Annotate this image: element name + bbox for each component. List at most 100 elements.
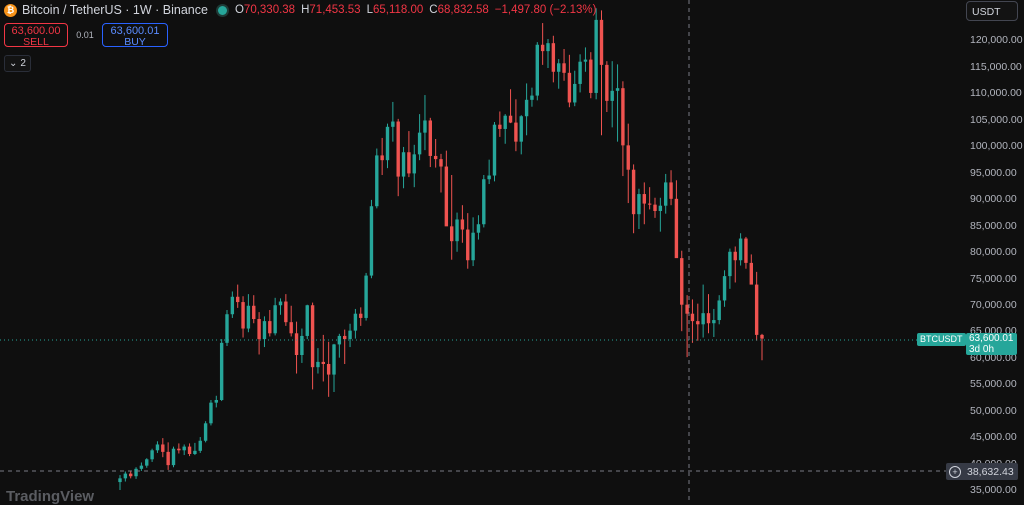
candle-body <box>209 402 213 424</box>
candle <box>193 442 197 456</box>
candle-body <box>219 342 224 400</box>
candle-body <box>578 61 582 84</box>
candle-body <box>482 179 486 225</box>
symbol-title[interactable]: Bitcoin / TetherUS · 1W · Binance <box>22 3 208 17</box>
candle-body <box>364 275 368 318</box>
candle <box>498 111 502 137</box>
candle <box>326 341 331 397</box>
candle <box>166 442 170 470</box>
price-axis-label: 115,000.00 <box>970 61 1022 73</box>
candle-body <box>508 115 513 123</box>
candle-body <box>332 344 336 375</box>
symbol-price-tag: BTCUSDT <box>917 333 966 346</box>
candle-body <box>658 205 663 211</box>
candle <box>749 254 753 285</box>
symbol-legend: ₿ Bitcoin / TetherUS · 1W · Binance O70,… <box>4 3 596 17</box>
candle <box>503 114 507 144</box>
candle-body <box>460 219 465 230</box>
candle <box>567 54 572 108</box>
candle <box>653 197 657 218</box>
candle <box>150 448 154 462</box>
candle <box>187 443 192 457</box>
candle <box>546 38 550 69</box>
candle <box>439 153 443 193</box>
candle-body <box>348 330 352 340</box>
candle-body <box>530 95 534 100</box>
crosshair-price-tag[interactable]: + 38,632.43 <box>946 463 1018 480</box>
price-axis-label: 90,000.00 <box>970 193 1017 205</box>
candle <box>674 180 679 259</box>
candle-body <box>166 451 170 466</box>
candle <box>321 334 325 382</box>
candle <box>225 310 229 346</box>
price-axis-label: 80,000.00 <box>970 246 1017 258</box>
candle <box>412 144 416 188</box>
candle-body <box>428 120 432 156</box>
candle <box>294 321 299 374</box>
price-chart[interactable] <box>0 0 1024 500</box>
candle-body <box>498 124 502 129</box>
candle-body <box>246 305 251 329</box>
candle-body <box>369 206 374 276</box>
candle-body <box>380 155 384 161</box>
candle-body <box>343 335 347 340</box>
candle-body <box>118 478 122 483</box>
candle <box>353 308 358 339</box>
candle-body <box>535 44 539 96</box>
candle <box>139 462 144 471</box>
candle-body <box>289 322 293 334</box>
candle-body <box>187 446 192 454</box>
candle <box>305 304 309 340</box>
ohlc-open: O70,330.38 <box>234 4 296 16</box>
candle <box>540 23 545 65</box>
candle-body <box>680 258 684 305</box>
candle-body <box>423 120 427 133</box>
ohlc-low: L65,118.00 <box>366 4 424 16</box>
candle-body <box>492 124 497 176</box>
candle <box>407 131 411 178</box>
candle <box>129 470 133 479</box>
candle <box>155 441 160 453</box>
candle-body <box>385 126 390 161</box>
candle <box>343 329 347 364</box>
candle <box>423 95 427 151</box>
candle <box>626 123 630 204</box>
candle-body <box>139 465 144 469</box>
candle <box>610 61 614 128</box>
candle-body <box>321 361 325 364</box>
candle-body <box>150 450 154 460</box>
candle <box>589 52 593 99</box>
candle-body <box>738 238 743 261</box>
candle-body <box>161 444 165 452</box>
candle <box>359 307 363 326</box>
candle <box>380 137 384 175</box>
candle-body <box>284 301 288 323</box>
buy-button[interactable]: 63,600.01 BUY <box>102 23 168 48</box>
ohlc-high: H71,453.53 <box>301 4 361 16</box>
candle <box>300 328 304 363</box>
candle-body <box>123 473 128 479</box>
candle <box>578 54 582 93</box>
plus-icon[interactable]: + <box>949 465 961 478</box>
candle <box>289 305 293 337</box>
candle-body <box>546 43 550 52</box>
chevron-down-icon: ⌄ <box>9 58 18 69</box>
market-status-icon[interactable] <box>217 5 227 15</box>
candle <box>145 458 149 468</box>
price-axis-label: 45,000.00 <box>970 431 1017 443</box>
candle-body <box>359 313 363 318</box>
candle-body <box>134 468 138 477</box>
candle-body <box>503 115 507 129</box>
price-axis-label: 55,000.00 <box>970 378 1017 390</box>
candle-body <box>182 446 186 451</box>
candle <box>316 348 320 374</box>
sell-button[interactable]: 63,600.00 SELL <box>4 23 68 48</box>
candle <box>615 64 620 142</box>
candle-body <box>353 313 358 331</box>
candle <box>391 101 395 142</box>
indicators-collapse-button[interactable]: ⌄ 2 <box>4 55 31 72</box>
price-axis[interactable]: 120,000.00 115,000.00 110,000.00 105,000… <box>960 0 1024 500</box>
candle-body <box>278 301 283 306</box>
candle-body <box>706 313 711 324</box>
candle-body <box>203 423 208 441</box>
